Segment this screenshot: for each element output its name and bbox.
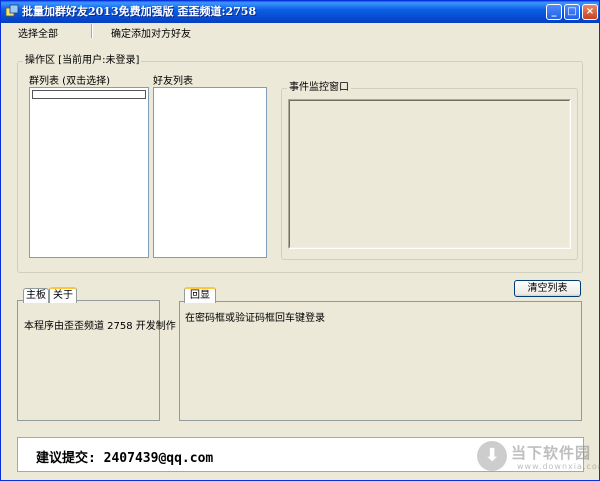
clear-list-button[interactable]: 清空列表 [514,280,581,297]
friend-list-label: 好友列表 [153,76,193,87]
event-monitor-inner [289,100,570,248]
close-button[interactable]: × [582,4,598,20]
watermark-name: 当下软件园 [511,444,592,462]
window-title: 批量加群好友2013免费加强版 歪歪频道:2758 [22,5,257,18]
app-icon [5,4,19,17]
menu-item-select-all[interactable]: 选择全部 [18,25,58,40]
menu-item-confirm-add-friend[interactable]: 确定添加对方好友 [111,25,191,40]
download-arrow-icon: ⬇ [477,441,507,471]
minimize-button[interactable]: _ [546,4,562,20]
echo-text: 在密码框或验证码框回车键登录 [185,313,325,324]
tab-main[interactable]: 主板 [23,288,49,303]
watermark-url: www.downxia.com [517,462,600,471]
about-text: 本程序由歪歪频道 2758 开发制作 [24,321,176,332]
event-monitor-window[interactable] [288,99,571,249]
footer-suggestion-text: 建议提交: 2407439@qq.com [36,451,214,466]
friend-list[interactable] [153,87,267,258]
event-monitor-caption: 事件监控窗口 [287,82,351,94]
group-list-label: 群列表 (双击选择) [29,76,110,87]
left-tab-panel: 本程序由歪歪频道 2758 开发制作 [17,300,176,421]
tab-about[interactable]: 关于 [49,287,77,303]
menu-bar: 选择全部 确定添加对方好友 [1,23,599,41]
tab-echo[interactable]: 回显 [184,287,216,303]
menu-separator [91,24,93,38]
title-bar[interactable]: 批量加群好友2013免费加强版 歪歪频道:2758 _ □ × [1,1,599,23]
operations-caption: 操作区 [当前用户:未登录] [23,55,142,67]
watermark: ⬇ 当下软件园 www.downxia.com [477,441,600,475]
app-window: 批量加群好友2013免费加强版 歪歪频道:2758 _ □ × 选择全部 确定添… [0,0,600,481]
maximize-button[interactable]: □ [564,4,580,20]
group-list-input[interactable] [32,90,146,99]
right-tab-panel: 在密码框或验证码框回车键登录 [179,301,582,421]
group-list[interactable] [29,87,149,258]
